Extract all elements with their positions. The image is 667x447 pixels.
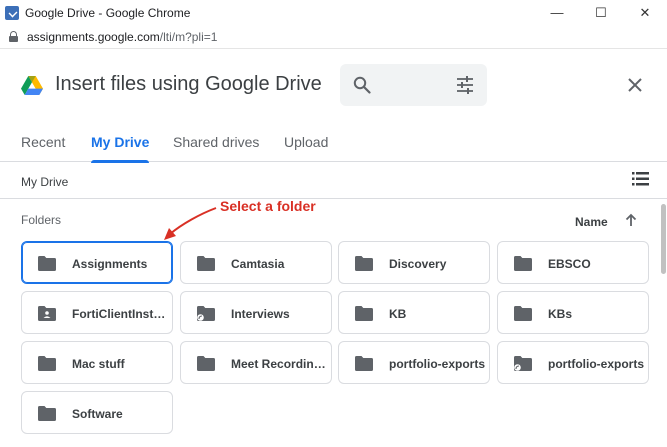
folder-name: portfolio-exports [389,357,485,371]
window-close-button[interactable]: ✕ [623,0,667,25]
folder-icon [514,306,532,321]
folder-name: Interviews [231,307,290,321]
url-path: /lti/m?pli=1 [159,29,218,44]
folder-icon [197,356,215,371]
close-icon[interactable] [626,76,644,94]
window-title-bar: Google Drive - Google Chrome — ☐ ✕ [0,0,667,25]
search-box[interactable] [340,64,487,106]
folder-name: KBs [548,307,573,321]
shortcut-folder-icon [197,306,215,321]
folder-tile-assignments[interactable]: Assignments [21,241,173,284]
picker-tabs: Recent My Drive Shared drives Upload [0,121,667,163]
picker-header: Insert files using Google Drive [0,49,667,121]
tab-shared-drives[interactable]: Shared drives [173,121,259,162]
annotation-arrow-icon [164,207,217,240]
folder-name: portfolio-exports [548,357,644,371]
annotation-callout: Select a folder [220,198,316,214]
folder-tile-interviews[interactable]: Interviews [180,291,332,334]
google-drive-logo-icon [21,76,43,95]
folder-tile-forticlientinstallers[interactable]: FortiClientInstallers [21,291,173,334]
tab-my-drive[interactable]: My Drive [91,121,150,163]
window-controls: — ☐ ✕ [535,0,667,25]
lock-icon[interactable] [9,31,18,42]
tab-recent[interactable]: Recent [21,121,65,162]
folder-name: Camtasia [231,257,285,271]
folder-icon [197,256,215,271]
address-bar[interactable]: assignments.google.com/lti/m?pli=1 [0,25,667,49]
breadcrumb[interactable]: My Drive [21,175,68,189]
url-host: assignments.google.com [27,29,160,44]
search-input[interactable] [378,74,448,96]
folder-tile-kb[interactable]: KB [338,291,490,334]
url[interactable]: assignments.google.com/lti/m?pli=1 [27,30,217,44]
shortcut-folder-icon [514,356,532,371]
folder-tile-discovery[interactable]: Discovery [338,241,490,284]
folder-icon [38,356,56,371]
sort-by-name-button[interactable]: Name [575,215,608,229]
folder-name: KB [389,307,407,321]
scrollbar[interactable] [660,200,667,447]
folder-icon [38,406,56,421]
folder-icon [355,256,373,271]
folder-icon [355,356,373,371]
window-title: Google Drive - Google Chrome [25,5,191,20]
folders-section-label: Folders [21,213,62,227]
tab-upload[interactable]: Upload [284,121,328,162]
folder-name: Mac stuff [72,357,125,371]
folder-tile-portfolio-exports[interactable]: portfolio-exports [338,341,490,384]
folder-name: EBSCO [548,257,591,271]
list-view-icon[interactable] [632,172,649,186]
folder-tile-meet-recordings[interactable]: Meet Recordings [180,341,332,384]
shared-folder-icon [38,306,56,321]
folder-tile-mac-stuff[interactable]: Mac stuff [21,341,173,384]
folder-name: Assignments [72,257,148,271]
tune-icon[interactable] [456,76,474,94]
folder-name: Discovery [389,257,447,271]
folder-tile-software[interactable]: Software [21,391,173,434]
scrollbar-thumb[interactable] [661,204,666,274]
search-icon[interactable] [353,76,371,94]
app-icon [5,5,19,20]
folder-icon [38,256,56,271]
folder-tile-ebsco[interactable]: EBSCO [497,241,649,284]
picker-title: Insert files using Google Drive [55,73,322,95]
folder-icon [355,306,373,321]
breadcrumb-row: My Drive [0,162,667,199]
folder-icon [514,256,532,271]
maximize-button[interactable]: ☐ [579,0,623,25]
folder-name: FortiClientInstallers [72,307,168,321]
folder-tile-kbs[interactable]: KBs [497,291,649,334]
minimize-button[interactable]: — [535,0,579,25]
folder-tile-portfolio-exports-shortcut[interactable]: portfolio-exports [497,341,649,384]
folder-grid: Assignments Camtasia Discovery EBSCO For… [21,241,657,441]
arrow-up-icon[interactable] [624,213,638,227]
folder-name: Software [72,407,123,421]
folder-tile-camtasia[interactable]: Camtasia [180,241,332,284]
folder-name: Meet Recordings [231,357,327,371]
